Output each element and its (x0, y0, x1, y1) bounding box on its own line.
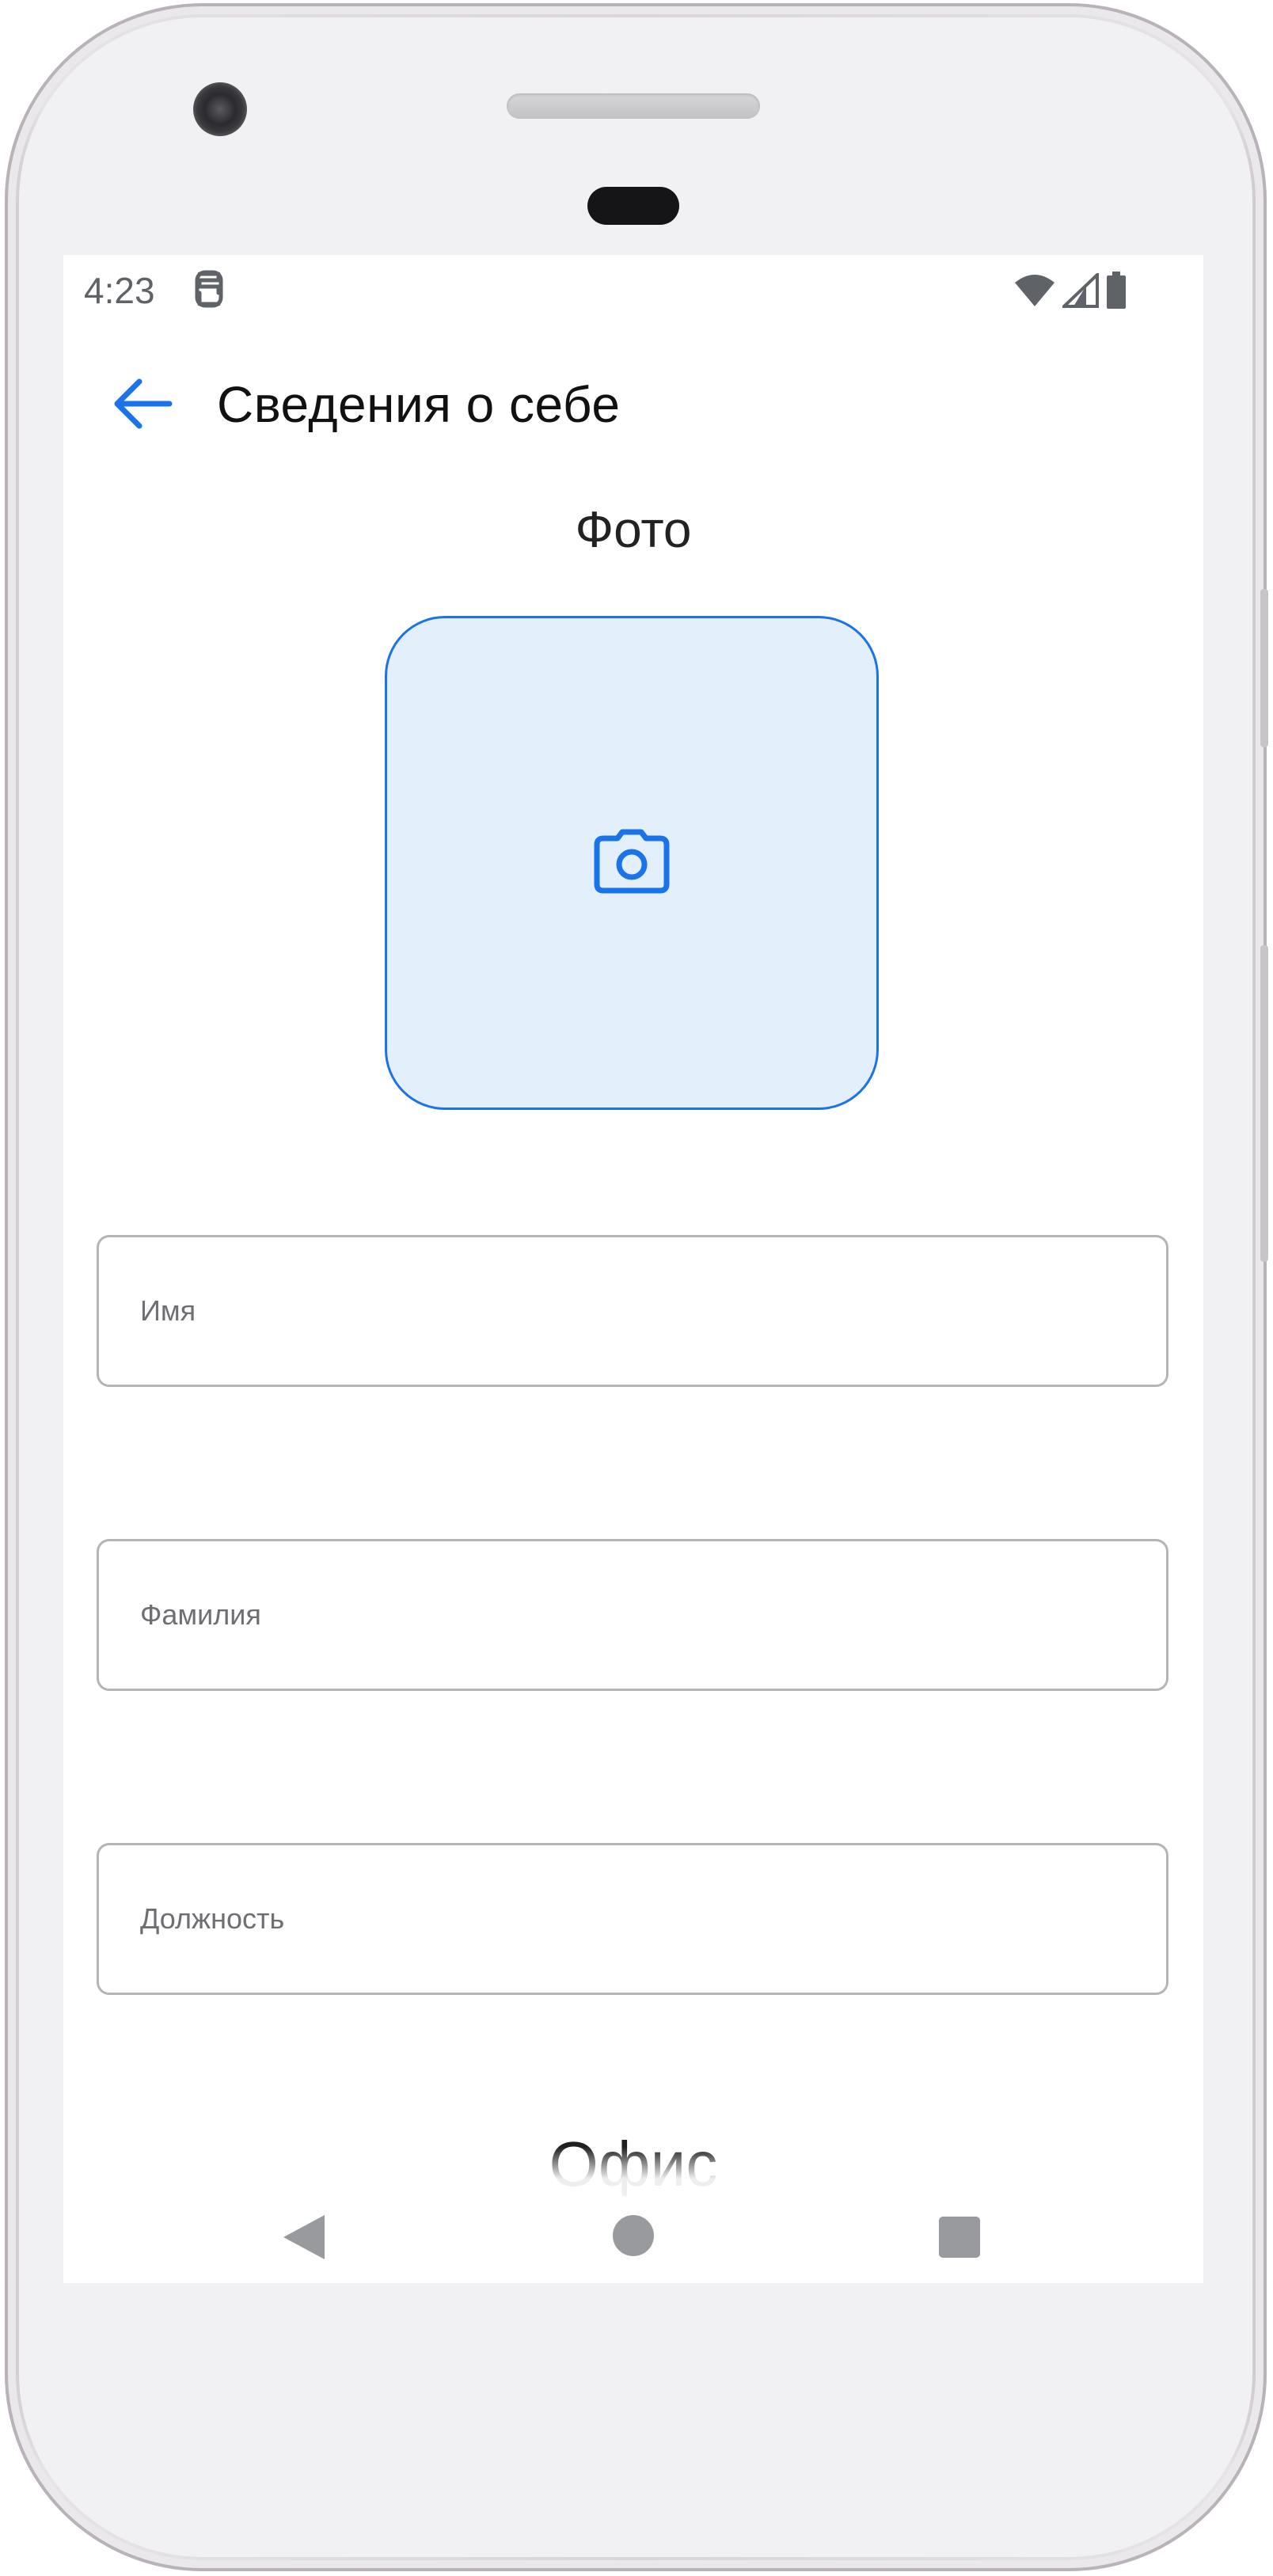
nav-back-icon[interactable] (280, 2212, 328, 2263)
nav-recents-icon[interactable] (939, 2217, 980, 2258)
back-button[interactable] (103, 366, 182, 445)
cell-signal-icon (1060, 270, 1099, 312)
photo-label: Фото (575, 501, 692, 558)
first-name-input[interactable] (97, 1235, 1168, 1387)
arrow-left-icon (111, 376, 174, 435)
status-time: 4:23 (84, 270, 155, 311)
battery-icon (1105, 271, 1127, 313)
last-name-input[interactable] (97, 1539, 1168, 1691)
app-screen: 4:23 Сведения о себе Фото Имя Фамилия До… (63, 255, 1203, 2283)
position-input[interactable] (97, 1843, 1168, 1995)
proximity-sensor (587, 187, 679, 225)
photo-picker-button[interactable] (385, 616, 879, 1110)
page-title: Сведения о себе (217, 376, 621, 433)
wifi-icon (1013, 273, 1056, 312)
status-icons (1013, 270, 1127, 313)
volume-key (1260, 589, 1268, 747)
earpiece-speaker (507, 93, 760, 119)
camera-icon (594, 829, 670, 898)
system-nav-bar (63, 2196, 1203, 2283)
front-camera (193, 82, 247, 136)
nav-home-icon[interactable] (613, 2215, 654, 2256)
app-bar: Сведения о себе (63, 342, 1203, 461)
power-key (1260, 945, 1268, 1262)
sim-card-icon (192, 269, 226, 309)
status-bar: 4:23 (63, 255, 1203, 326)
